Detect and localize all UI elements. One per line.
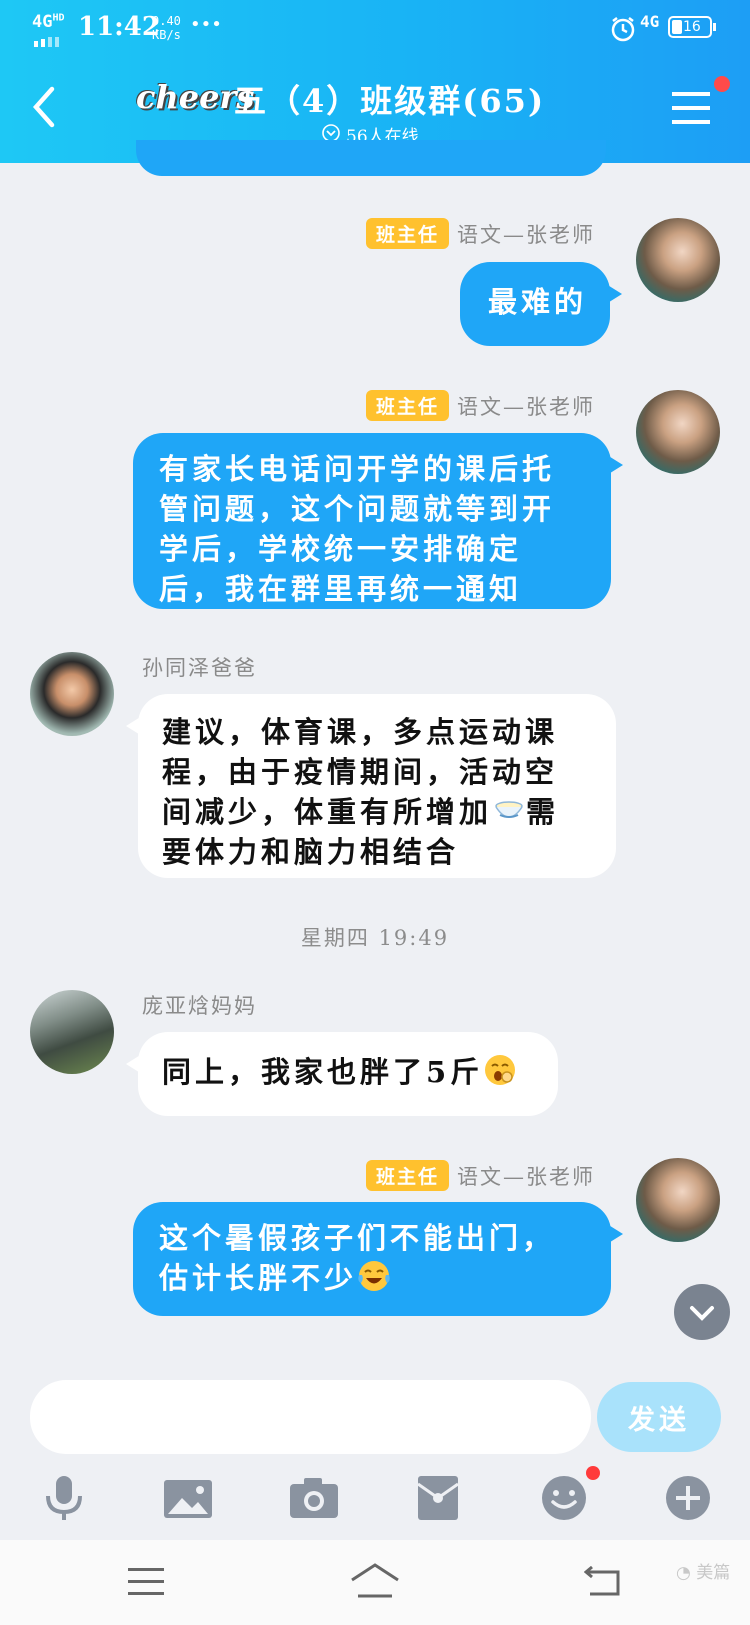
message-bubble[interactable]: 有家长电话问开学的课后托 管问题，这个问题就等到开 学后，学校统一安排确定 后，… <box>133 433 623 609</box>
clock: 11:42 <box>78 12 160 42</box>
red-packet-icon[interactable] <box>410 1470 466 1526</box>
avatar[interactable] <box>30 990 114 1074</box>
send-button[interactable]: 发送 <box>597 1382 721 1452</box>
message-line: 这个暑假孩子们不能出门， <box>159 1221 556 1255</box>
message-header: 班主任 语文—张老师 <box>366 1160 595 1191</box>
recent-apps-icon[interactable] <box>128 1568 164 1600</box>
message-input[interactable] <box>30 1380 591 1454</box>
role-badge: 班主任 <box>366 390 450 421</box>
back-nav-icon[interactable] <box>583 1565 622 1602</box>
group-title: 五（4）班级群(65) <box>234 82 546 120</box>
message-line: 后，我在群里再统一通知 <box>159 572 523 606</box>
previous-message-bubble <box>136 140 606 176</box>
message-line: 学后，学校统一安排确定 <box>159 532 523 566</box>
avatar[interactable] <box>636 1158 720 1242</box>
sender-name: 庞亚焓妈妈 <box>142 994 257 1018</box>
sender-name: 语文—张老师 <box>457 1164 596 1189</box>
yawn-emoji-icon <box>483 1053 517 1087</box>
camera-icon[interactable] <box>286 1470 342 1526</box>
message-line: 建议，体育课，多点运动课 <box>162 715 559 749</box>
home-icon[interactable] <box>350 1562 400 1602</box>
more-notifications-icon: ••• <box>190 14 222 35</box>
alarm-icon <box>610 16 636 46</box>
sender-name: 语文—张老师 <box>457 222 596 247</box>
watermark: ◔ 美篇 <box>676 1563 731 1583</box>
rice-bowl-emoji-icon <box>492 793 526 827</box>
message-text: 最难的 <box>488 285 588 319</box>
message-header: 班主任 语文—张老师 <box>366 218 595 249</box>
avatar[interactable] <box>636 390 720 474</box>
chevron-down-icon <box>690 1306 714 1321</box>
sender-name: 孙同泽爸爸 <box>142 656 257 680</box>
avatar[interactable] <box>636 218 720 302</box>
avatar[interactable] <box>30 652 114 736</box>
image-icon[interactable] <box>160 1470 216 1526</box>
role-badge: 班主任 <box>366 1160 450 1191</box>
plus-icon[interactable] <box>660 1470 716 1526</box>
sender-name: 语文—张老师 <box>457 394 596 419</box>
message-line: 管问题，这个问题就等到开 <box>159 492 556 526</box>
message-line: 程，由于疫情期间，活动空 <box>162 755 559 789</box>
network-indicator: 4GHD <box>32 12 65 32</box>
message-bubble[interactable]: 最难的 <box>460 262 622 346</box>
tears-of-joy-emoji-icon <box>357 1259 391 1293</box>
message-line: 间减少，体重有所增加需 <box>162 793 560 829</box>
network-type: 4G <box>640 12 660 31</box>
emoji-icon[interactable] <box>536 1470 592 1526</box>
time-divider: 星期四 19:49 <box>300 926 450 950</box>
role-badge: 班主任 <box>366 218 450 249</box>
battery-icon: 16 <box>668 16 716 38</box>
battery-level: 16 <box>683 19 701 35</box>
back-button[interactable] <box>30 85 58 133</box>
watermark-icon: ◔ <box>676 1563 697 1583</box>
scroll-to-bottom-button[interactable] <box>674 1284 730 1340</box>
message-line: 有家长电话问开学的课后托 <box>159 452 556 486</box>
message-line: 估计长胖不少 <box>159 1258 611 1298</box>
network-speed: 0.40 KB/s <box>152 14 181 42</box>
message-bubble[interactable]: 同上，我家也胖了5斤 <box>126 1032 558 1116</box>
message-bubble[interactable]: 建议，体育课，多点运动课 程，由于疫情期间，活动空 间减少，体重有所增加需 要体… <box>126 694 616 878</box>
message-text: 同上，我家也胖了5斤 <box>162 1055 484 1089</box>
system-navigation-bar: ◔ 美篇 <box>0 1540 750 1625</box>
signal-icon <box>34 32 62 51</box>
microphone-icon[interactable] <box>36 1470 92 1526</box>
chat-header: 4GHD 11:42 0.40 KB/s ••• 4G 16 cheers 五（4… <box>0 0 750 163</box>
notification-dot <box>586 1466 600 1480</box>
menu-icon[interactable] <box>672 92 710 128</box>
notification-dot <box>714 76 730 92</box>
message-header: 班主任 语文—张老师 <box>366 390 595 421</box>
message-line: 要体力和脑力相结合 <box>162 835 460 869</box>
message-bubble[interactable]: 这个暑假孩子们不能出门， 估计长胖不少 <box>133 1202 623 1316</box>
